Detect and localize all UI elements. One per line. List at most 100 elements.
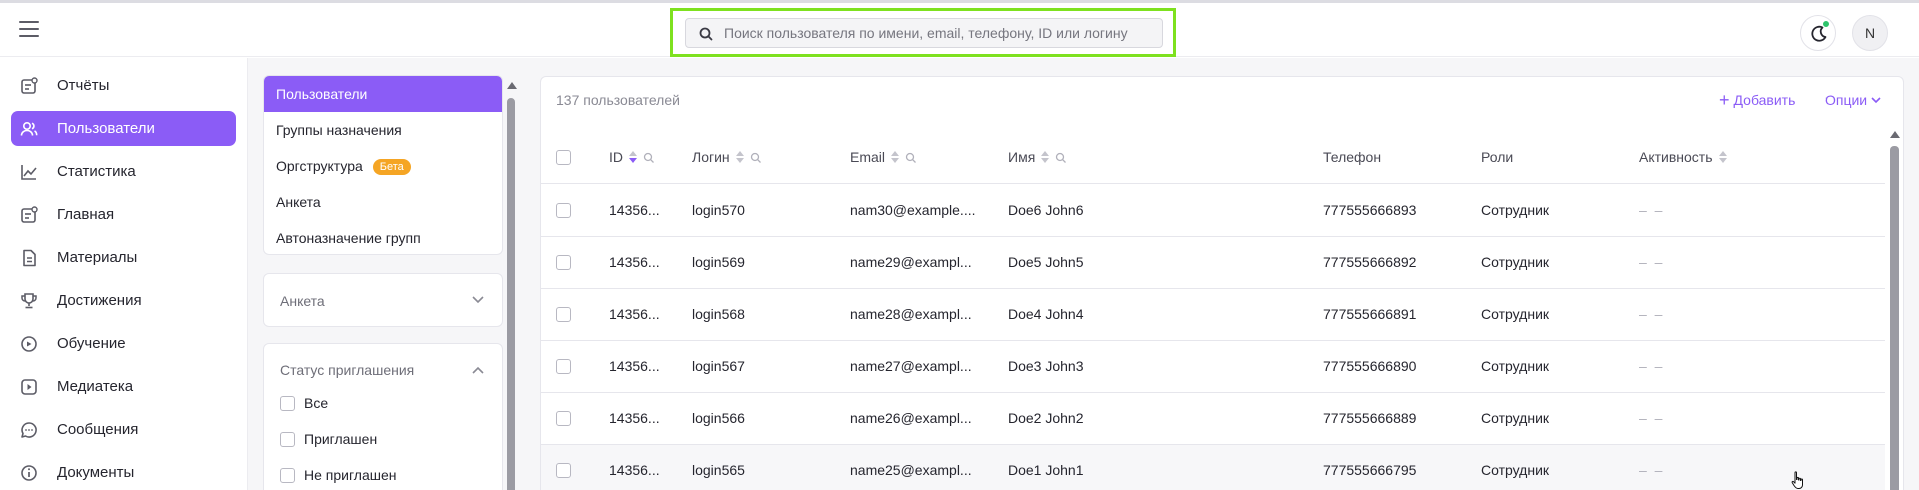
search-icon[interactable] — [905, 152, 917, 164]
scroll-up-arrow-icon[interactable] — [1890, 131, 1900, 138]
report-icon — [21, 77, 38, 94]
scrollbar-thumb[interactable] — [1890, 146, 1899, 490]
chevron-up-icon[interactable] — [472, 366, 484, 374]
beta-badge: Бета — [372, 159, 411, 175]
plus-icon: + — [1719, 90, 1730, 110]
table-row[interactable]: 14356... login567 name27@exampl... Doe3 … — [541, 341, 1885, 393]
sidebar-item-home[interactable]: Главная — [11, 197, 236, 232]
sort-icon[interactable] — [735, 151, 744, 163]
search-icon[interactable] — [1055, 152, 1067, 164]
column-header-label: Логин — [692, 149, 730, 165]
groups-item-autoassign[interactable]: Автоназначение групп — [264, 220, 502, 254]
cell-name: Doe2 John2 — [1008, 410, 1084, 426]
cell-phone: 777555666890 — [1323, 358, 1417, 374]
cell-activity: – – — [1639, 254, 1665, 270]
learning-icon — [21, 336, 37, 352]
cell-phone: 777555666893 — [1323, 202, 1417, 218]
column-header-roles: Роли — [1481, 149, 1513, 165]
sidebar-item-statistics[interactable]: Статистика — [11, 154, 236, 189]
search-box[interactable] — [685, 18, 1163, 48]
sidebar-item-messages[interactable]: Сообщения — [11, 412, 236, 447]
row-checkbox[interactable] — [556, 359, 571, 374]
search-input[interactable] — [724, 19, 1154, 47]
checkbox[interactable] — [280, 432, 295, 447]
sidebar-item-learning[interactable]: Обучение — [11, 326, 236, 361]
theme-toggle-button[interactable] — [1800, 15, 1836, 51]
groups-item-label: Анкета — [276, 194, 321, 210]
cell-role: Сотрудник — [1481, 202, 1550, 218]
row-checkbox[interactable] — [556, 411, 571, 426]
sidebar-item-users[interactable]: Пользователи — [11, 111, 236, 146]
users-icon — [20, 121, 38, 136]
cell-email: name27@exampl... — [850, 358, 972, 374]
table-row[interactable]: 14356... login569 name29@exampl... Doe5 … — [541, 237, 1885, 289]
column-header-name[interactable]: Имя — [1008, 149, 1067, 165]
groups-item-assignment[interactable]: Группы назначения — [264, 112, 502, 148]
sidebar-item-documents[interactable]: Документы — [11, 455, 236, 490]
home-icon — [21, 206, 38, 223]
sidebar-item-materials[interactable]: Материалы — [11, 240, 236, 275]
chevron-down-icon — [472, 296, 484, 304]
sort-icon[interactable] — [891, 151, 900, 163]
groups-item-label: Группы назначения — [276, 122, 402, 138]
row-checkbox[interactable] — [556, 203, 571, 218]
users-table-panel: 137 пользователей + Добавить · Опции ID Л… — [540, 76, 1904, 490]
filter-scrollbar[interactable] — [506, 76, 517, 490]
cell-email: name29@exampl... — [850, 254, 972, 270]
sidebar-item-label: Отчёты — [57, 77, 110, 94]
menu-icon[interactable] — [19, 21, 39, 37]
table-row[interactable]: 14356... login568 name28@exampl... Doe4 … — [541, 289, 1885, 341]
media-icon — [21, 379, 37, 395]
table-scrollbar[interactable] — [1889, 128, 1901, 490]
sidebar-item-media[interactable]: Медиатека — [11, 369, 236, 404]
table-row[interactable]: 14356... login565 name25@exampl... Doe1 … — [541, 445, 1885, 490]
options-button[interactable]: Опции — [1825, 92, 1881, 112]
cell-login: login568 — [692, 306, 745, 322]
cell-phone: 777555666795 — [1323, 462, 1417, 478]
column-header-id[interactable]: ID — [609, 149, 655, 165]
cell-name: Doe5 John5 — [1008, 254, 1084, 270]
row-checkbox[interactable] — [556, 307, 571, 322]
groups-item-orgstructure[interactable]: Оргструктура Бета — [264, 148, 502, 184]
cell-role: Сотрудник — [1481, 254, 1550, 270]
column-header-email[interactable]: Email — [850, 149, 917, 165]
cell-id: 14356... — [609, 410, 660, 426]
cell-activity: – – — [1639, 410, 1665, 426]
header: N — [0, 3, 1919, 57]
checkbox[interactable] — [280, 468, 295, 483]
add-user-button[interactable]: + Добавить — [1719, 90, 1795, 110]
document-icon — [23, 249, 36, 267]
row-checkbox[interactable] — [556, 255, 571, 270]
column-header-label: ID — [609, 149, 623, 165]
column-header-login[interactable]: Логин — [692, 149, 762, 165]
options-label: Опции — [1825, 92, 1868, 108]
select-all-checkbox[interactable] — [556, 150, 571, 165]
cell-email: name26@exampl... — [850, 410, 972, 426]
column-header-label: Email — [850, 149, 886, 165]
column-header-activity[interactable]: Активность — [1639, 149, 1727, 165]
table-row[interactable]: 14356... login566 name26@exampl... Doe2 … — [541, 393, 1885, 445]
avatar[interactable]: N — [1852, 15, 1888, 51]
groups-item-anketa[interactable]: Анкета — [264, 184, 502, 220]
cell-role: Сотрудник — [1481, 410, 1550, 426]
checkbox[interactable] — [280, 396, 295, 411]
sidebar-item-reports[interactable]: Отчёты — [11, 68, 236, 103]
sort-icon[interactable] — [629, 151, 637, 163]
table-row[interactable]: 14356... login570 nam30@example.... Doe6… — [541, 185, 1885, 237]
sidebar-item-achievements[interactable]: Достижения — [11, 283, 236, 318]
sort-icon[interactable] — [1718, 151, 1727, 163]
invite-status-title: Статус приглашения — [280, 362, 415, 378]
sort-icon[interactable] — [1041, 151, 1050, 163]
scroll-up-arrow-icon[interactable] — [507, 82, 517, 89]
users-count: 137 пользователей — [556, 92, 680, 108]
row-checkbox[interactable] — [556, 463, 571, 478]
groups-item-users[interactable]: Пользователи — [264, 76, 502, 112]
search-highlight — [670, 8, 1176, 57]
search-icon[interactable] — [750, 152, 762, 164]
anketa-filter[interactable]: Анкета — [263, 273, 503, 327]
cell-name: Doe4 John4 — [1008, 306, 1084, 322]
invite-status-filter: Статус приглашения Все Приглашен Не приг… — [263, 343, 503, 490]
sidebar-item-label: Материалы — [57, 249, 138, 266]
search-icon[interactable] — [643, 152, 655, 164]
scrollbar-thumb[interactable] — [507, 98, 515, 490]
